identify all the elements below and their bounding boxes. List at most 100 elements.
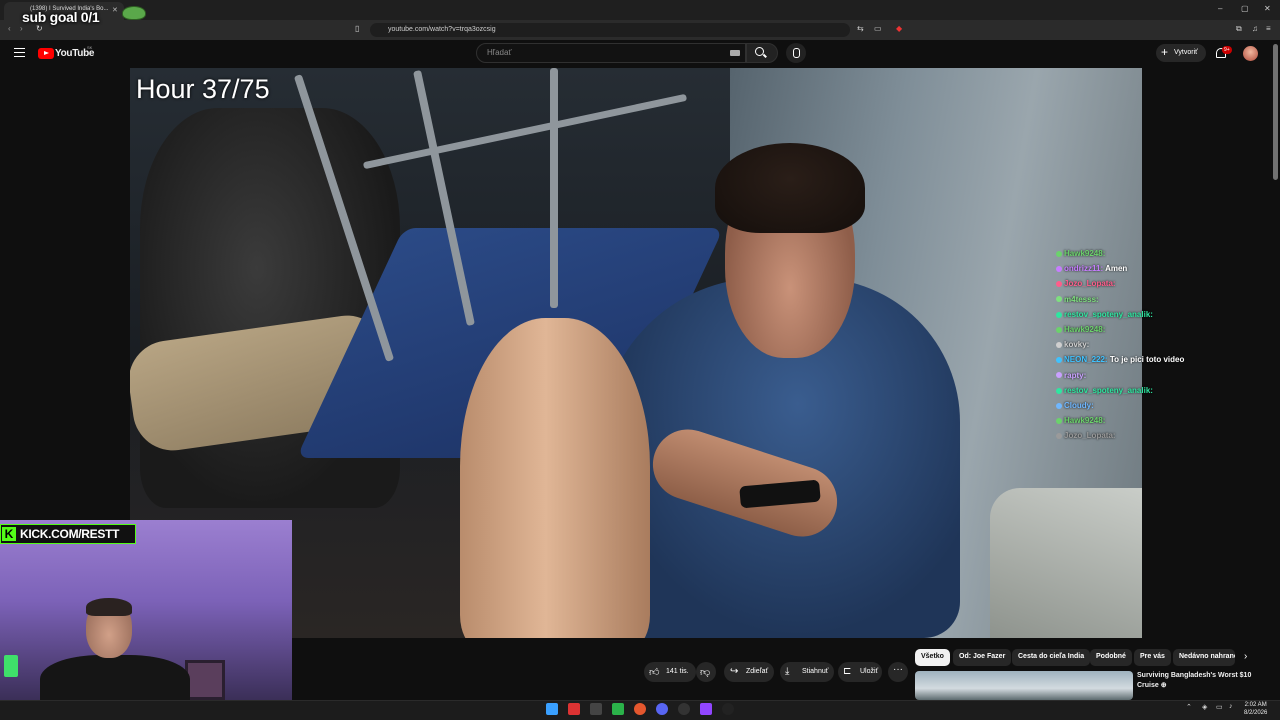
share-label: Zdieľať bbox=[746, 668, 769, 675]
chat-overlay: Hawk9248: ondrizz11: Amen Jozo_Lopata: m4… bbox=[1056, 249, 1196, 446]
tray-chevron-icon[interactable]: ⌃ bbox=[1186, 703, 1192, 711]
close-window-icon[interactable]: ✕ bbox=[1264, 4, 1271, 13]
maximize-icon[interactable]: ▢ bbox=[1241, 4, 1249, 13]
region-code: SK bbox=[87, 45, 93, 50]
like-count: 141 tis. bbox=[666, 668, 689, 675]
xbox-icon[interactable] bbox=[590, 703, 602, 715]
clock-date: 8/2/2026 bbox=[1244, 710, 1268, 716]
chat-text: To je pici toto video bbox=[1109, 355, 1185, 365]
chat-message: m4tesss: bbox=[1056, 295, 1196, 310]
chat-badge-icon bbox=[1056, 357, 1062, 364]
display-icon[interactable]: ▭ bbox=[1216, 703, 1223, 711]
search-icon[interactable] bbox=[755, 47, 764, 56]
bookmark-icon[interactable]: ▯ bbox=[355, 24, 359, 33]
chat-username: rapty: bbox=[1064, 370, 1087, 380]
chat-username: Jozo_Lopata: bbox=[1064, 431, 1116, 441]
chat-username: Cloudy: bbox=[1064, 400, 1094, 410]
chevron-right-icon[interactable]: › bbox=[1244, 651, 1247, 662]
chat-badge-icon bbox=[1056, 387, 1062, 394]
notification-badge: 9+ bbox=[1222, 46, 1232, 54]
chat-message: restov_spoteny_analik: bbox=[1056, 310, 1196, 325]
forward-icon[interactable]: › bbox=[20, 24, 23, 33]
extensions-icon[interactable]: ⧉ bbox=[1236, 24, 1242, 34]
chat-message: kovky: bbox=[1056, 340, 1196, 355]
chip-for-you[interactable]: Pre vás bbox=[1134, 649, 1171, 666]
download-label: Stiahnuť bbox=[802, 668, 829, 675]
url-field[interactable]: youtube.com/watch?v=trqa3ozcsig bbox=[370, 23, 850, 37]
volume-icon[interactable]: ♪ bbox=[1229, 703, 1233, 710]
green-app-icon[interactable] bbox=[612, 703, 624, 715]
chip-all[interactable]: Všetko bbox=[915, 649, 950, 666]
chat-message: Cloudy: bbox=[1056, 401, 1196, 416]
brave-shield-icon[interactable]: ◆ bbox=[896, 24, 902, 33]
minimize-icon[interactable]: – bbox=[1218, 4, 1222, 13]
chat-badge-icon bbox=[1056, 281, 1062, 288]
webcam-streamer-hair bbox=[86, 598, 132, 616]
chat-badge-icon bbox=[1056, 372, 1062, 379]
network-icon[interactable]: ◈ bbox=[1202, 703, 1207, 711]
chat-message: rapty: bbox=[1056, 371, 1196, 386]
reload-icon[interactable]: ↻ bbox=[36, 24, 43, 33]
chat-badge-icon bbox=[1056, 266, 1062, 273]
chip-recently-uploaded[interactable]: Nedávno nahrané bbox=[1173, 649, 1235, 666]
save-label: Uložiť bbox=[860, 668, 879, 675]
keyboard-icon[interactable] bbox=[730, 50, 740, 56]
youtube-logo-icon[interactable] bbox=[38, 48, 54, 59]
close-tab-icon[interactable]: ✕ bbox=[112, 6, 118, 14]
scrollbar-thumb[interactable] bbox=[1273, 44, 1278, 180]
windows-start-icon[interactable] bbox=[546, 703, 558, 715]
brave-browser-icon[interactable] bbox=[634, 703, 646, 715]
chip-similar[interactable]: Podobné bbox=[1090, 649, 1132, 666]
maps-pin-icon[interactable] bbox=[568, 703, 580, 715]
chat-badge-icon bbox=[1056, 402, 1062, 409]
chat-badge-icon bbox=[1056, 433, 1062, 440]
plus-icon: + bbox=[1161, 45, 1169, 59]
chat-username: Hawk9248: bbox=[1064, 324, 1106, 334]
chip-from-joe-fazer[interactable]: Od: Joe Fazer bbox=[953, 649, 1012, 666]
spotify-icon[interactable] bbox=[722, 703, 734, 715]
voice-search-icon[interactable] bbox=[786, 43, 806, 63]
webcam-green-light bbox=[4, 655, 18, 677]
more-actions-button[interactable]: ··· bbox=[888, 662, 908, 682]
chat-message: NEON_222: To je pici toto video bbox=[1056, 355, 1196, 370]
video-frame-hair bbox=[715, 143, 865, 233]
hour-counter-overlay: Hour 37/75 bbox=[136, 74, 270, 104]
recommended-thumbnail[interactable] bbox=[915, 671, 1133, 700]
cast-icon[interactable]: ▭ bbox=[874, 24, 882, 33]
webcam-shelf bbox=[185, 660, 225, 700]
discord-icon[interactable] bbox=[656, 703, 668, 715]
video-frame-leg bbox=[460, 318, 650, 638]
search-placeholder: Hľadať bbox=[487, 48, 512, 57]
share-icon: ↪ bbox=[730, 666, 739, 677]
thumbs-down-icon: 👎︎ bbox=[700, 667, 711, 678]
taskbar-clock[interactable]: 2:02 AM 8/2/2026 bbox=[1244, 701, 1267, 717]
chat-badge-icon bbox=[1056, 296, 1062, 303]
translate-icon[interactable]: ⇆ bbox=[857, 24, 864, 33]
frog-emote-icon bbox=[122, 6, 146, 20]
media-icon[interactable]: ♫ bbox=[1252, 24, 1258, 33]
chat-message: Jozo_Lopata: bbox=[1056, 279, 1196, 294]
chat-text: Amen bbox=[1105, 264, 1128, 274]
url-text: youtube.com/watch?v=trqa3ozcsig bbox=[388, 26, 496, 33]
recommended-title[interactable]: Surviving Bangladesh's Worst $10 Cruise … bbox=[1137, 671, 1267, 691]
chat-message: Hawk9248: bbox=[1056, 416, 1196, 431]
settings-gear-icon[interactable] bbox=[678, 703, 690, 715]
chip-india-journey[interactable]: Cesta do cieľa India bbox=[1012, 649, 1091, 666]
chat-username: ondrizz11: bbox=[1064, 264, 1104, 274]
avatar[interactable] bbox=[1243, 46, 1258, 61]
hamburger-menu-icon[interactable] bbox=[14, 48, 25, 57]
chat-username: kovky: bbox=[1064, 340, 1090, 350]
chat-username: m4tesss: bbox=[1064, 294, 1099, 304]
search-input[interactable]: Hľadať bbox=[476, 43, 746, 63]
menu-icon[interactable]: ≡ bbox=[1266, 24, 1271, 33]
twitch-icon[interactable] bbox=[700, 703, 712, 715]
thumbs-up-icon: 👍︎ bbox=[649, 667, 660, 678]
back-icon[interactable]: ‹ bbox=[8, 24, 11, 33]
kick-logo-icon: K bbox=[2, 527, 16, 541]
chat-username: restov_spoteny_analik: bbox=[1064, 309, 1153, 319]
save-icon: ⊏ bbox=[843, 666, 852, 677]
clock-time: 2:02 AM bbox=[1244, 702, 1267, 708]
chat-badge-icon bbox=[1056, 250, 1062, 257]
chat-username: Hawk9248: bbox=[1064, 249, 1106, 258]
webcam-streamer-body bbox=[40, 655, 190, 700]
